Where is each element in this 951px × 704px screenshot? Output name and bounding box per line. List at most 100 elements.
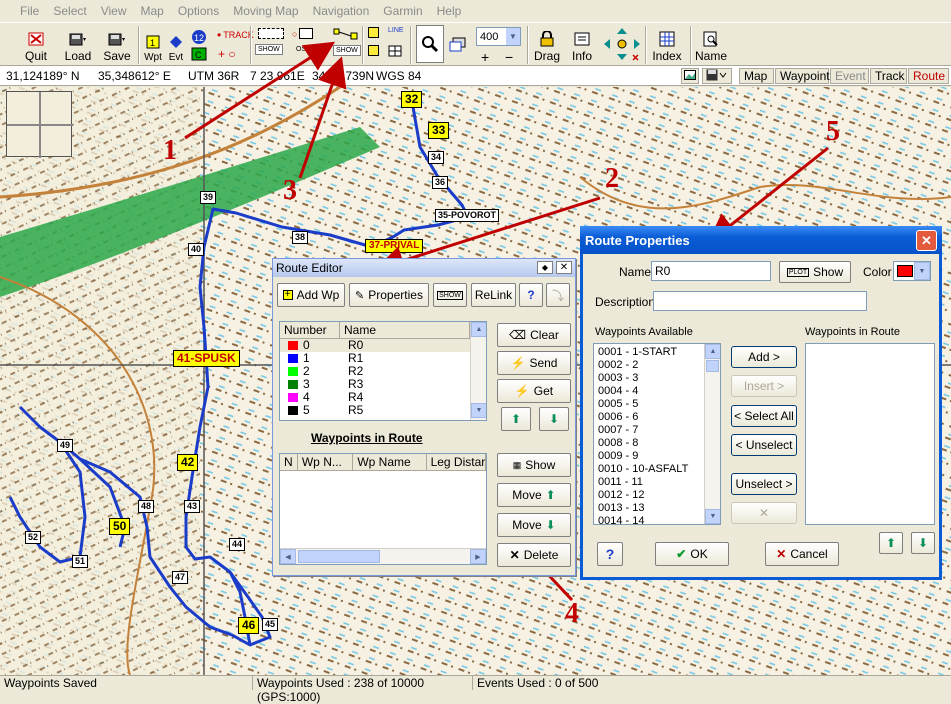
scroll-up-icon[interactable]: ▲ — [471, 322, 486, 337]
waypoint-label[interactable]: 33 — [428, 122, 450, 139]
show-track-button[interactable]: SHOW — [255, 44, 283, 55]
select-all-button[interactable]: < Select All — [731, 405, 797, 427]
event-tool-button[interactable]: Evt — [167, 25, 185, 63]
routes-scrollbar[interactable]: ▲ ▼ — [470, 322, 486, 420]
waypoint-label[interactable]: 44 — [229, 538, 246, 551]
dots-rect-icon[interactable]: ○ — [292, 28, 314, 39]
menu-moving-map[interactable]: Moving Map — [227, 4, 306, 18]
name-button[interactable]: Name — [694, 25, 728, 63]
tab-route[interactable]: Route — [908, 68, 949, 84]
waypoint-label[interactable]: 51 — [72, 555, 89, 568]
available-waypoint-item[interactable]: 0014 - 14 — [594, 515, 720, 524]
waypoint-label[interactable]: 36 — [432, 176, 449, 189]
save-map-button[interactable] — [702, 68, 732, 84]
clear-button[interactable]: ⌫ Clear — [497, 323, 571, 347]
waypoint-label[interactable]: 41-SPUSK — [173, 350, 240, 367]
route-row[interactable]: 0 R0 — [280, 339, 486, 352]
dashed-rect-icon[interactable] — [258, 28, 284, 39]
horizontal-scrollbar[interactable]: ◀ ▶ — [280, 548, 486, 564]
menu-select[interactable]: Select — [47, 4, 94, 18]
unselect-right-button[interactable]: Unselect > — [731, 473, 797, 495]
waypoint-label[interactable]: 48 — [138, 500, 155, 513]
close-icon[interactable]: ✕ — [916, 230, 937, 251]
menu-map[interactable]: Map — [135, 4, 172, 18]
waypoint-list2-icon[interactable] — [368, 45, 379, 56]
available-waypoint-item[interactable]: 0008 - 8 — [594, 437, 720, 450]
green-c-icon[interactable]: C — [191, 47, 207, 61]
zoom-out-button[interactable]: − — [505, 49, 513, 65]
available-waypoint-item[interactable]: 0009 - 9 — [594, 450, 720, 463]
waypoint-label[interactable]: 46 — [238, 617, 260, 634]
waypoint-label[interactable]: 45 — [262, 618, 279, 631]
col-name[interactable]: Name — [340, 322, 470, 338]
col-wp-number[interactable]: Wp N... — [298, 454, 354, 470]
collapse-icon[interactable]: ◆ — [537, 261, 553, 274]
cancel-button[interactable]: ✕ Cancel — [765, 542, 839, 566]
osm-button[interactable]: OSM — [296, 46, 312, 53]
route-row[interactable]: 2 R2 — [280, 365, 486, 378]
waypoints-scrollbar[interactable]: ▲ ▼ — [704, 344, 720, 524]
close-icon[interactable]: ✕ — [556, 261, 572, 274]
col-n[interactable]: N — [280, 454, 298, 470]
show-route-button[interactable]: SHOW — [333, 45, 361, 56]
scroll-thumb[interactable] — [298, 550, 380, 563]
waypoint-label[interactable]: 43 — [184, 500, 201, 513]
waypoint-list-icon[interactable] — [368, 27, 379, 38]
waypoint-label[interactable]: 34 — [428, 151, 445, 164]
menu-help[interactable]: Help — [431, 4, 470, 18]
available-waypoint-item[interactable]: 0005 - 5 — [594, 398, 720, 411]
route-name-input[interactable]: R0 — [651, 261, 771, 281]
unselect-left-button[interactable]: < Unselect — [731, 434, 797, 456]
show-route-toggle[interactable]: SHOW — [433, 283, 467, 307]
zoom-level-select[interactable]: 400 ▼ — [476, 27, 521, 46]
delete-button[interactable]: ✕ Delete — [497, 543, 571, 567]
help-button[interactable]: ? — [519, 283, 543, 307]
load-button[interactable]: Load — [63, 25, 93, 63]
route-row[interactable]: 3 R3 — [280, 378, 486, 391]
waypoint-label[interactable]: 38 — [292, 231, 309, 244]
relink-button[interactable]: ReLink — [471, 283, 516, 307]
routes-list[interactable]: Number Name 0 R0 1 R1 2 R2 3 R3 4 R4 5 R5 ▲ ▼ — [279, 321, 487, 421]
available-waypoint-item[interactable]: 0012 - 12 — [594, 489, 720, 502]
scroll-down-icon[interactable]: ▼ — [471, 403, 486, 418]
send-button[interactable]: ⚡ Send — [497, 351, 571, 375]
waypoint-label[interactable]: 42 — [177, 454, 199, 471]
route-wp-down-button[interactable]: ⬇ — [911, 532, 935, 554]
waypoint-tool-button[interactable]: 1 Wpt — [142, 25, 164, 63]
plot-show-button[interactable]: PLOT Show — [779, 261, 851, 283]
available-waypoint-item[interactable]: 0004 - 4 — [594, 385, 720, 398]
waypoint-label[interactable]: 47 — [172, 571, 189, 584]
scroll-left-icon[interactable]: ◀ — [280, 549, 296, 564]
route-waypoints-list[interactable]: N Wp N... Wp Name Leg Distar ◀ ▶ — [279, 453, 487, 565]
waypoint-label[interactable]: 35-POVOROT — [435, 209, 500, 222]
map-image-button[interactable] — [681, 68, 699, 84]
menu-navigation[interactable]: Navigation — [307, 4, 378, 18]
route-up-button[interactable]: ⬆ — [501, 407, 531, 431]
scroll-thumb[interactable] — [706, 360, 719, 372]
tab-map[interactable]: Map — [739, 68, 774, 84]
color-select[interactable]: ▼ — [893, 261, 931, 281]
tab-waypoint[interactable]: Waypoint — [775, 68, 830, 84]
show-waypoints-button[interactable]: ▦ Show — [497, 453, 571, 477]
menu-view[interactable]: View — [95, 4, 135, 18]
line-button[interactable]: LINE — [388, 27, 404, 34]
pan-control[interactable] — [602, 25, 642, 63]
properties-button[interactable]: ✎ Properties — [349, 283, 429, 307]
zoom-in-button[interactable]: + — [481, 49, 489, 65]
tab-event[interactable]: Event — [830, 68, 869, 84]
add-button[interactable]: Add > — [731, 346, 797, 368]
waypoint-label[interactable]: 32 — [401, 91, 423, 108]
available-waypoint-item[interactable]: 0006 - 6 — [594, 411, 720, 424]
layers-button[interactable] — [446, 25, 470, 63]
scroll-up-icon[interactable]: ▲ — [705, 344, 720, 359]
available-waypoint-item[interactable]: 0003 - 3 — [594, 372, 720, 385]
ok-button[interactable]: ✔ OK — [655, 542, 729, 566]
help-button[interactable]: ? — [597, 542, 623, 566]
description-input[interactable] — [653, 291, 867, 311]
waypoint-label[interactable]: 40 — [188, 243, 205, 256]
route-number-icon[interactable]: 12 — [191, 29, 207, 45]
available-waypoint-item[interactable]: 0002 - 2 — [594, 359, 720, 372]
info-button[interactable]: Info — [568, 25, 596, 63]
zoom-tool-button[interactable] — [416, 25, 444, 63]
col-leg-distance[interactable]: Leg Distar — [427, 454, 486, 470]
